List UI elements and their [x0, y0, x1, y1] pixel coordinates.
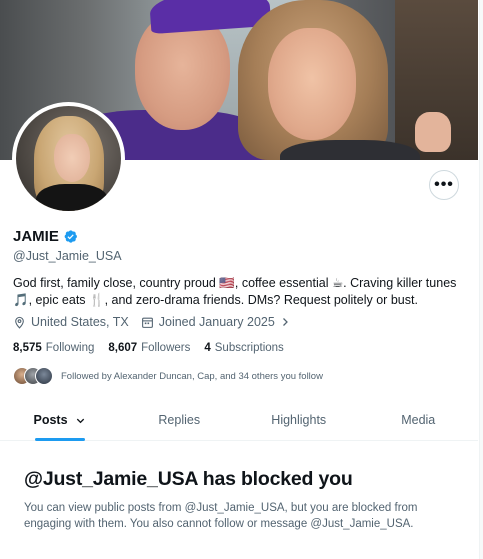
followers-label: Followers: [141, 342, 191, 354]
location-icon: [15, 316, 24, 329]
followed-by-link[interactable]: Followed by Alexander Duncan, Cap, and 3…: [13, 367, 323, 385]
profile-meta: United States, TX Joined January 2025: [13, 315, 303, 329]
profile-tabs: Posts Replies Highlights Media: [0, 399, 478, 441]
tab-label: Media: [401, 413, 436, 427]
chevron-down-icon: [76, 418, 85, 424]
chevron-right-icon: [282, 318, 288, 326]
blocked-message: You can view public posts from @Just_Jam…: [24, 502, 418, 530]
join-date[interactable]: Joined January 2025: [141, 315, 291, 329]
location-text: United States, TX: [31, 315, 129, 329]
tab-label: Highlights: [271, 413, 327, 427]
location: United States, TX: [13, 315, 129, 329]
tab-replies[interactable]: Replies: [120, 399, 240, 440]
followers-count: 8,607: [108, 342, 138, 354]
following-link[interactable]: 8,575 Following: [13, 342, 94, 354]
profile-handle: @Just_Jamie_USA: [13, 249, 122, 263]
tab-media[interactable]: Media: [359, 399, 479, 440]
join-date-text: Joined January 2025: [158, 315, 275, 329]
followers-link[interactable]: 8,607 Followers: [108, 342, 190, 354]
subscriptions-link[interactable]: 4 Subscriptions: [204, 342, 283, 354]
profile-name-row: JAMIE: [13, 228, 78, 245]
active-tab-indicator: [34, 438, 85, 441]
avatar-figure: [36, 184, 108, 211]
profile-avatar[interactable]: [12, 102, 125, 215]
tab-highlights[interactable]: Highlights: [239, 399, 359, 440]
tab-posts[interactable]: Posts: [0, 399, 120, 441]
profile-bio: God first, family close, country proud 🇺…: [13, 276, 457, 307]
tab-label: Posts: [33, 413, 68, 427]
calendar-icon: [141, 317, 153, 328]
banner-figure: [415, 112, 451, 152]
avatar-figure: [54, 134, 90, 182]
scrollbar[interactable]: [479, 0, 483, 559]
subscriptions-count: 4: [204, 342, 211, 354]
profile-stats: 8,575 Following 8,607 Followers 4 Subscript…: [13, 342, 298, 354]
more-icon: •••: [434, 176, 454, 193]
followed-by-text: Followed by Alexander Duncan, Cap, and 3…: [61, 370, 323, 382]
blocked-title: @Just_Jamie_USA has blocked you: [24, 468, 353, 490]
banner-figure: [268, 28, 356, 140]
tab-label: Replies: [158, 413, 201, 427]
following-label: Following: [45, 342, 95, 354]
banner-figure: [280, 140, 420, 160]
subscriptions-label: Subscriptions: [214, 342, 284, 354]
following-count: 8,575: [13, 342, 42, 354]
display-name: JAMIE: [13, 228, 59, 245]
more-options-button[interactable]: •••: [429, 170, 459, 200]
followers-you-know-avatars: [13, 367, 53, 385]
avatar: [35, 367, 53, 385]
verified-badge-icon[interactable]: [63, 229, 78, 244]
